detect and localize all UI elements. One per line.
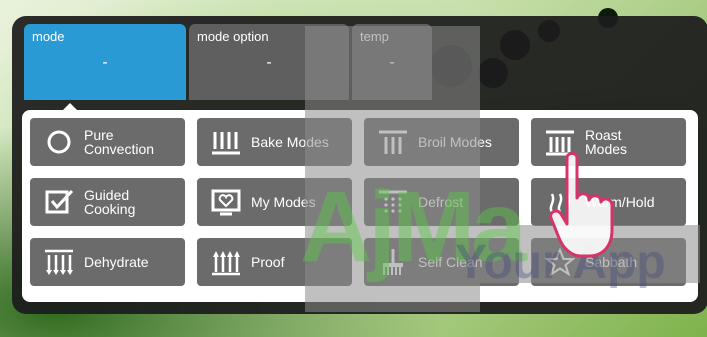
warm-hold-button[interactable]: Warm/Hold: [531, 178, 686, 226]
dehydrate-icon: [45, 249, 73, 275]
button-label: Dehydrate: [84, 254, 149, 270]
roast-modes-button[interactable]: Roast Modes: [531, 118, 686, 166]
warm-hold-icon: [549, 193, 571, 213]
mode-selection-panel: mode - mode option - temp - Pure Convect…: [12, 16, 707, 314]
proof-icon: [212, 251, 240, 276]
circle-icon: [47, 130, 71, 154]
broil-modes-button[interactable]: Broil Modes: [364, 118, 519, 166]
button-label: Self Clean: [418, 254, 483, 270]
tab-value: -: [266, 54, 272, 71]
button-label: Guided Cooking: [84, 187, 136, 217]
button-label: Defrost: [418, 194, 464, 210]
self-clean-button[interactable]: Self Clean: [364, 238, 519, 286]
defrost-icon: [379, 190, 407, 213]
broom-icon: [383, 249, 403, 275]
sabbath-button[interactable]: Sabbath: [531, 238, 686, 286]
broil-icon: [379, 130, 407, 154]
tab-label: mode option: [197, 29, 269, 44]
tab-mode[interactable]: mode -: [24, 24, 186, 100]
button-label: Pure Convection: [84, 127, 155, 157]
heart-screen-icon: [211, 189, 241, 216]
button-label: Broil Modes: [418, 134, 492, 150]
tab-label: temp: [360, 29, 389, 44]
bake-icon: [212, 132, 240, 155]
guided-cooking-button[interactable]: Guided Cooking: [30, 178, 185, 226]
tab-value: -: [102, 54, 108, 71]
dehydrate-button[interactable]: Dehydrate: [30, 238, 185, 286]
defrost-button[interactable]: Defrost: [364, 178, 519, 226]
mode-grid: Pure Convection Bake Modes Broil Modes R…: [22, 110, 698, 302]
button-label: Bake Modes: [251, 134, 329, 150]
button-label: Sabbath: [585, 254, 638, 270]
button-label: Warm/Hold: [585, 194, 655, 210]
button-label: Roast Modes: [585, 127, 628, 157]
tab-label: mode: [32, 29, 65, 44]
my-modes-button[interactable]: My Modes: [197, 178, 352, 226]
tab-temp[interactable]: temp -: [352, 24, 432, 100]
roast-icon: [546, 130, 574, 156]
star-icon: [545, 248, 575, 276]
tab-mode-option[interactable]: mode option -: [189, 24, 349, 100]
button-label: My Modes: [251, 194, 316, 210]
proof-button[interactable]: Proof: [197, 238, 352, 286]
tab-value: -: [389, 54, 395, 71]
button-label: Proof: [251, 254, 285, 270]
bake-modes-button[interactable]: Bake Modes: [197, 118, 352, 166]
pure-convection-button[interactable]: Pure Convection: [30, 118, 185, 166]
guided-cooking-icon: [45, 189, 74, 214]
